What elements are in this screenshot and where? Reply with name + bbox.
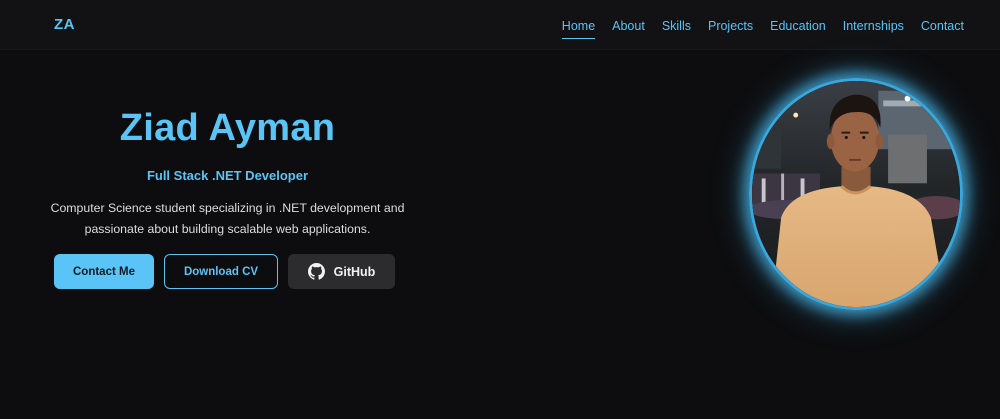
github-icon [307,263,325,280]
download-cv-button[interactable]: Download CV [164,254,278,289]
nav-item-internships: Internships [843,17,904,39]
contact-me-button[interactable]: Contact Me [54,254,154,289]
hero-role: Full Stack .NET Developer [146,168,309,183]
profile-photo [749,78,963,310]
nav-item-contact: Contact [921,17,964,39]
hero-description: Computer Science student specializing in… [50,201,405,236]
nav-item-home: Home [561,17,596,39]
nav-link-skills[interactable]: Skills [662,19,691,38]
nav-link-internships[interactable]: Internships [843,19,904,38]
nav-link-about[interactable]: About [612,19,645,38]
nav-link-home[interactable]: Home [561,19,596,39]
nav-item-projects: Projects [708,17,753,39]
hero-name: Ziad Ayman [119,107,336,149]
nav-item-education: Education [770,17,826,39]
nav-link-projects[interactable]: Projects [708,19,753,38]
nav-item-skills: Skills [662,17,691,39]
nav-links: Home About Skills Projects Education Int… [561,17,964,39]
profile-photo-illustration [752,81,960,307]
hero-section: Ziad Ayman Full Stack .NET Developer Com… [40,100,415,240]
logo[interactable]: ZA [54,16,75,33]
github-button[interactable]: GitHub [288,254,395,289]
navbar: ZA Home About Skills Projects Education … [0,0,1000,50]
github-button-label: GitHub [333,264,376,279]
nav-link-contact[interactable]: Contact [921,19,964,38]
nav-item-about: About [612,17,645,39]
nav-link-education[interactable]: Education [770,19,826,38]
